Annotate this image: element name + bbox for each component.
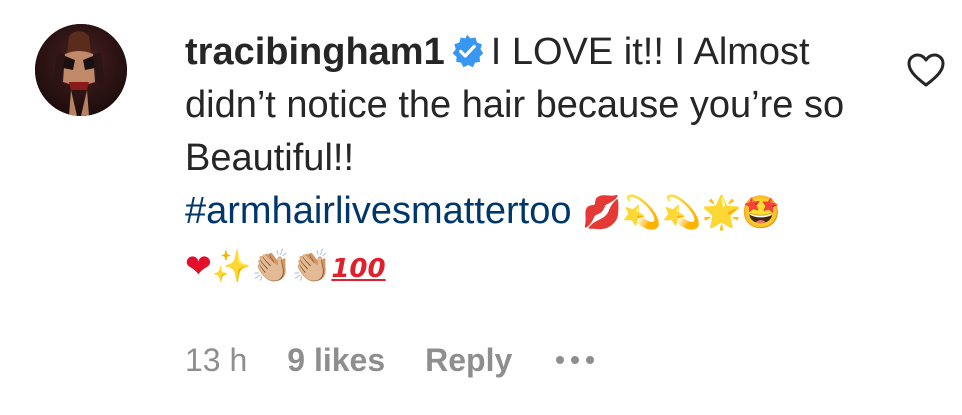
avatar[interactable] xyxy=(35,24,127,116)
like-button[interactable] xyxy=(906,52,946,88)
more-options-icon[interactable] xyxy=(556,336,595,384)
likes-count[interactable]: 9 likes xyxy=(287,336,385,384)
comment-body: tracibingham1 I LOVE it!! I Almost didn’… xyxy=(185,26,875,296)
clapping-hands-emoji: 👏🏼👏🏼 xyxy=(251,247,332,285)
more-dot xyxy=(556,356,565,364)
more-dot xyxy=(571,356,580,364)
glowing-star-emoji: 🌟 xyxy=(701,193,742,231)
sparkles-emoji: ✨ xyxy=(211,247,252,285)
timestamp[interactable]: 13 h xyxy=(185,336,247,384)
verified-badge-icon xyxy=(452,34,483,68)
red-heart-emoji: ❤ xyxy=(185,247,212,285)
star-struck-emoji: 🤩 xyxy=(741,193,782,231)
comment: tracibingham1 I LOVE it!! I Almost didn’… xyxy=(0,0,962,415)
dizzy-emoji: 💫💫 xyxy=(621,193,702,231)
hashtag-link[interactable]: #armhairlivesmattertoo xyxy=(185,190,571,232)
kiss-mark-emoji: 💋 xyxy=(582,193,622,231)
comment-footer: 13 h 9 likes Reply xyxy=(185,336,595,384)
heart-outline-icon xyxy=(907,53,945,87)
reply-button[interactable]: Reply xyxy=(425,336,512,384)
avatar-photo xyxy=(35,24,127,116)
username[interactable]: tracibingham1 xyxy=(185,31,445,73)
hundred-points-emoji: 100 xyxy=(331,254,386,284)
more-dot xyxy=(586,356,595,364)
